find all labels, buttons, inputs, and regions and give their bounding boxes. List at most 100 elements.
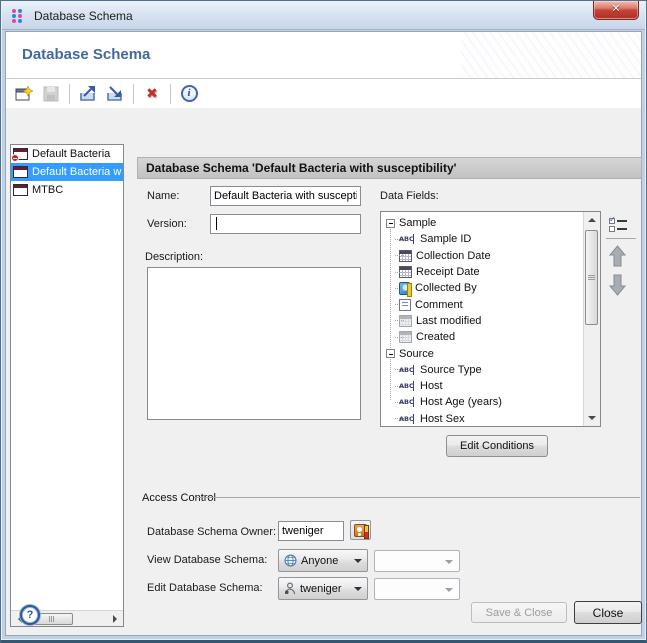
system-date-field-icon [399, 315, 412, 327]
export-icon [78, 85, 98, 102]
body-area: Default Bacteria Default Bacteria w MTBC [6, 108, 641, 635]
help-button[interactable]: ? [20, 605, 40, 625]
description-textarea[interactable] [147, 267, 361, 420]
tree-label: Host Age (years) [420, 396, 502, 408]
globe-icon [284, 554, 297, 567]
export-button[interactable] [76, 82, 100, 106]
page-title: Database Schema [22, 46, 150, 63]
edit-schema-value: tweniger [300, 583, 342, 595]
name-input[interactable] [210, 186, 361, 206]
side-separator [606, 238, 636, 239]
tree-label: Collected By [415, 282, 477, 294]
dialog-content: Database Schema [5, 31, 642, 636]
scroll-up-icon[interactable] [584, 212, 600, 227]
tree-item[interactable]: ABC Sample ID [385, 231, 583, 247]
save-button [39, 82, 63, 106]
tree-item[interactable]: Created [385, 329, 583, 345]
chevron-down-icon [445, 560, 453, 568]
text-field-icon: ABC [399, 365, 416, 375]
edit-schema-dropdown[interactable]: tweniger [278, 577, 368, 600]
vertical-scrollbar[interactable] [583, 212, 600, 426]
view-schema-secondary-dropdown [374, 550, 460, 572]
move-down-button[interactable] [609, 274, 629, 298]
conditions-button[interactable] [609, 217, 631, 234]
tree-item[interactable]: ABC Host Age (years) [385, 394, 583, 410]
tree-item[interactable]: ABC Source Type [385, 362, 583, 378]
tree-item[interactable]: ABC Host Sex [385, 411, 583, 427]
access-control-title: Access Control [142, 492, 216, 504]
edit-schema-label: Edit Database Schema: [147, 582, 263, 594]
tree-group[interactable]: Sample [385, 215, 583, 231]
tree-label: Last modified [416, 315, 481, 327]
collapse-toggle-icon[interactable] [386, 349, 395, 358]
text-field-icon: ABC [399, 414, 416, 424]
chevron-down-icon [445, 588, 453, 596]
edit-conditions-button[interactable]: Edit Conditions [446, 435, 548, 457]
scrollbar-thumb[interactable] [585, 230, 598, 325]
tree-label: Host Sex [420, 413, 465, 425]
tree-item[interactable]: Collected By [385, 280, 583, 296]
tree-label: Created [416, 331, 455, 343]
toolbar: ✖ i [6, 78, 641, 108]
close-button[interactable]: Close [574, 601, 642, 624]
tree-label: Sample ID [420, 233, 471, 245]
import-button[interactable] [103, 82, 127, 106]
data-fields-tree: Sample ABC Sample ID Collection Date Rec… [380, 211, 601, 427]
schema-list-item-selected[interactable]: Default Bacteria w [11, 163, 123, 181]
address-book-icon [354, 524, 367, 537]
text-field-icon: ABC [399, 381, 416, 391]
database-schema-dialog: Database Schema ✕ Database Schema [0, 0, 647, 643]
schema-window-icon [13, 148, 28, 160]
text-field-icon: ABC [399, 234, 416, 244]
delete-button[interactable]: ✖ [140, 82, 164, 106]
schema-list-item[interactable]: MTBC [11, 181, 123, 199]
tree-group[interactable]: Source [385, 345, 583, 361]
titlebar[interactable]: Database Schema [2, 2, 645, 30]
view-schema-dropdown[interactable]: Anyone [278, 549, 368, 572]
info-button[interactable]: i [177, 82, 201, 106]
owner-input[interactable] [278, 521, 344, 541]
info-icon: i [181, 85, 198, 102]
toolbar-separator [133, 84, 134, 104]
tree-label: Sample [399, 217, 436, 229]
owner-label: Database Schema Owner: [147, 526, 276, 538]
name-label: Name: [147, 190, 179, 202]
version-label: Version: [147, 218, 187, 230]
schema-item-label: Default Bacteria [32, 148, 110, 160]
app-icon [11, 8, 27, 24]
save-and-close-button: Save & Close [471, 602, 567, 623]
version-input[interactable] [210, 214, 361, 234]
scroll-right-icon[interactable] [107, 611, 123, 627]
import-icon [105, 85, 125, 102]
delete-icon: ✖ [146, 85, 158, 102]
tree-label: Host [420, 380, 443, 392]
toolbar-separator [69, 84, 70, 104]
tree-item[interactable]: Collection Date [385, 248, 583, 264]
tree-item[interactable]: Last modified [385, 313, 583, 329]
pick-owner-button[interactable] [350, 520, 371, 540]
memo-field-icon [399, 299, 411, 311]
schema-list-item[interactable]: Default Bacteria [11, 145, 123, 163]
window-close-button[interactable]: ✕ [593, 1, 639, 20]
window-title: Database Schema [34, 9, 133, 23]
move-up-button[interactable] [609, 245, 629, 269]
toolbar-separator [170, 84, 171, 104]
tree-item[interactable]: ABC Host [385, 378, 583, 394]
description-label: Description: [145, 251, 203, 263]
scroll-down-icon[interactable] [584, 411, 600, 426]
person-icon [284, 582, 296, 595]
tree-label: Receipt Date [416, 266, 480, 278]
view-schema-label: View Database Schema: [147, 554, 267, 566]
arrow-down-icon [609, 274, 626, 296]
chevron-down-icon [354, 559, 362, 567]
collapse-toggle-icon[interactable] [386, 219, 395, 228]
tree-item[interactable]: Comment [385, 296, 583, 312]
new-schema-button[interactable] [12, 82, 36, 106]
tree-item[interactable]: Receipt Date [385, 264, 583, 280]
schema-item-label: MTBC [32, 184, 63, 196]
tree-label: Collection Date [416, 250, 491, 262]
schema-window-icon [13, 184, 28, 196]
new-schema-icon [15, 86, 33, 102]
unchecked-box-icon [609, 226, 615, 232]
schema-window-icon [13, 166, 28, 178]
